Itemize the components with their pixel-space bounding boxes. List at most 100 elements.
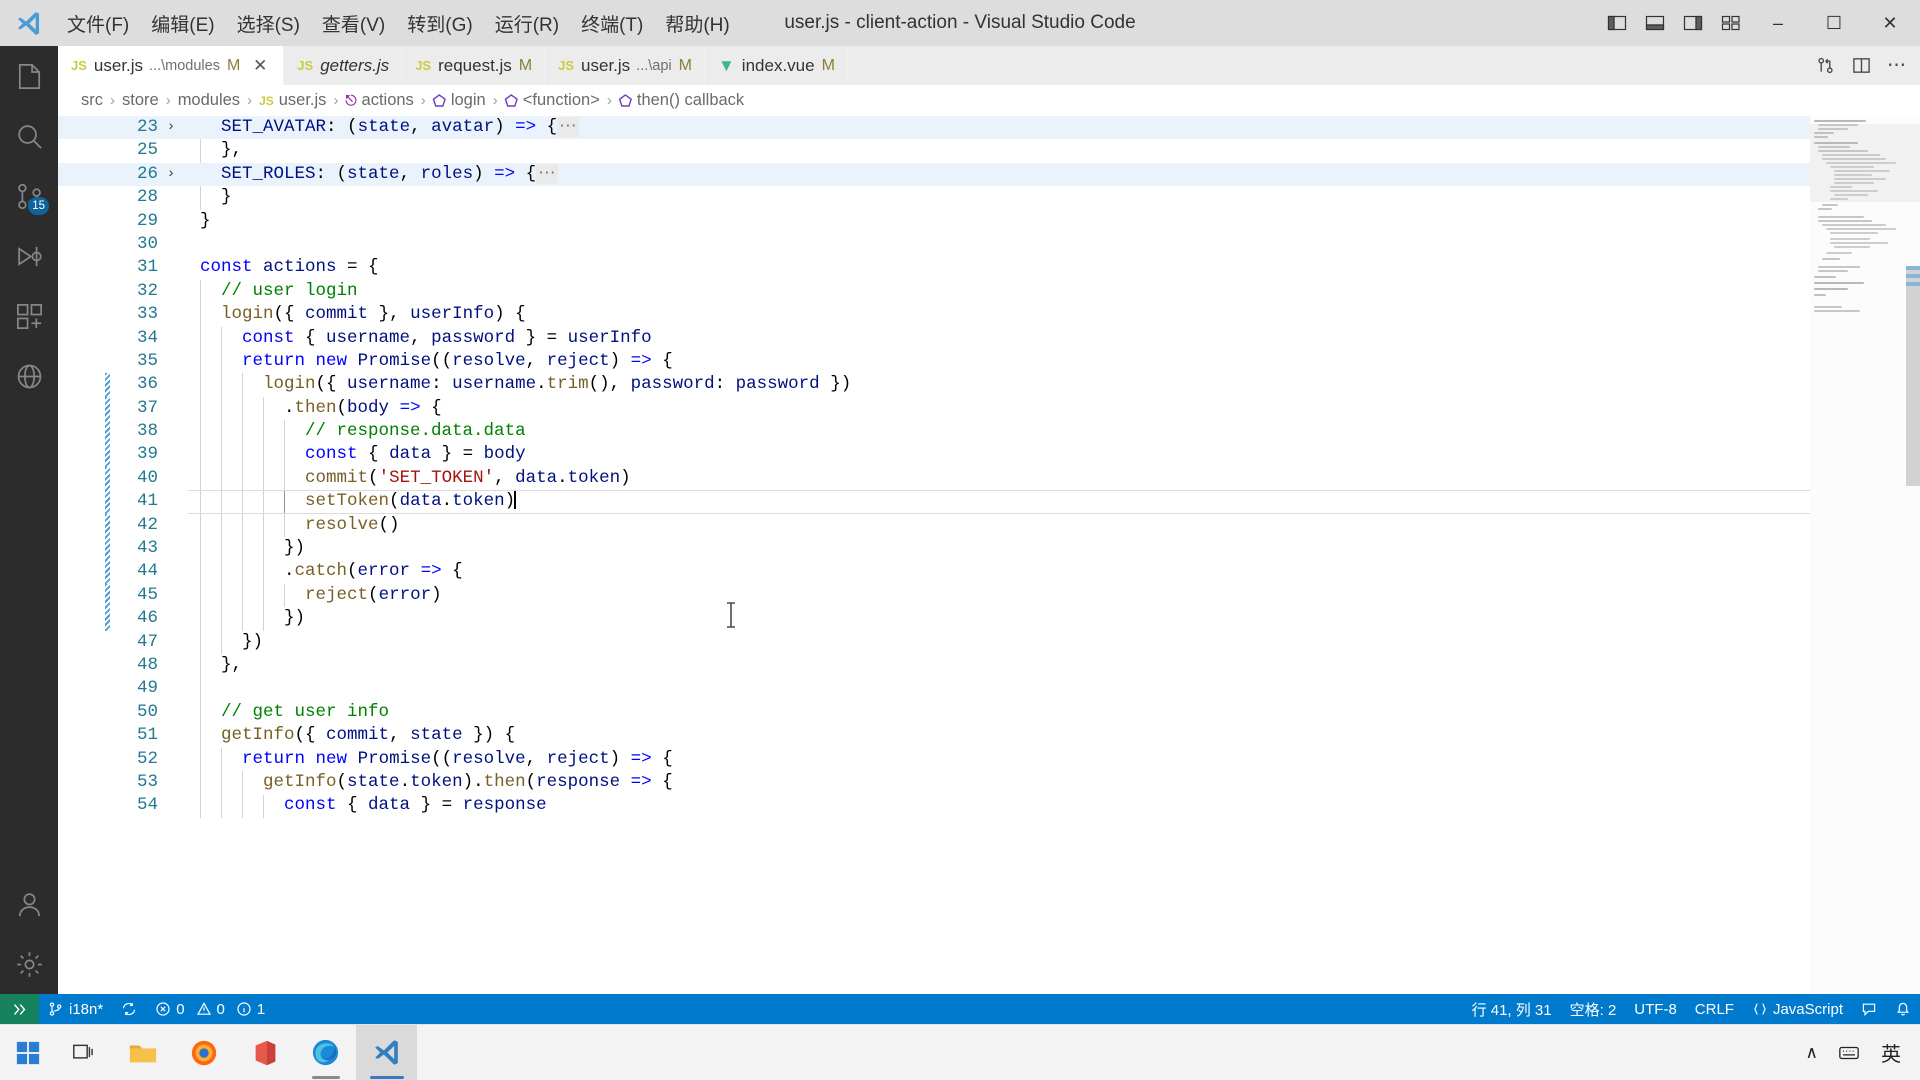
activity-run-and-debug[interactable] bbox=[0, 226, 58, 286]
code-line[interactable]: const { data } = body bbox=[188, 443, 1810, 466]
line-number[interactable]: 54 bbox=[110, 794, 158, 817]
menu-selection[interactable]: 选择(S) bbox=[226, 0, 311, 46]
maximize-button[interactable]: ☐ bbox=[1806, 0, 1862, 46]
code-line[interactable]: .catch(error => { bbox=[188, 560, 1810, 583]
line-number[interactable]: 40 bbox=[110, 467, 158, 490]
tab-getters-js[interactable]: JS getters.js bbox=[284, 46, 403, 85]
breadcrumb-item-login[interactable]: ⬠ login bbox=[432, 91, 487, 110]
line-number[interactable]: 23 bbox=[110, 116, 158, 139]
remote-indicator[interactable] bbox=[0, 994, 39, 1024]
code-editor[interactable]: 23 › 25 26 › 28 29 30 31 32 33 34 35 36 37 38 39 40 41 42 43… bbox=[58, 116, 1920, 994]
code-line[interactable]: // get user info bbox=[188, 701, 1810, 724]
menu-run[interactable]: 运行(R) bbox=[484, 0, 570, 46]
code-line[interactable]: }, bbox=[188, 654, 1810, 677]
menu-help[interactable]: 帮助(H) bbox=[654, 0, 740, 46]
menu-terminal[interactable]: 终端(T) bbox=[570, 0, 654, 46]
breadcrumb-item-actions[interactable]: ⎋ actions bbox=[344, 91, 414, 110]
code-line[interactable]: }) bbox=[188, 607, 1810, 630]
taskbar-firefox[interactable] bbox=[173, 1025, 234, 1080]
editor-gutter[interactable]: 23 › 25 26 › 28 29 30 31 32 33 34 35 36 37 38 39 40 41 42 43… bbox=[58, 116, 188, 994]
breadcrumb-item-then-callback[interactable]: ⬠ then() callback bbox=[618, 91, 745, 110]
code-line[interactable]: }, bbox=[188, 139, 1810, 162]
menu-go[interactable]: 转到(G) bbox=[396, 0, 483, 46]
line-number[interactable]: 42 bbox=[110, 514, 158, 537]
code-line[interactable]: const { username, password } = userInfo bbox=[188, 327, 1810, 350]
taskbar-vscode[interactable] bbox=[356, 1024, 417, 1080]
code-content[interactable]: SET_AVATAR: (state, avatar) => {⋯ }, SET… bbox=[188, 116, 1810, 994]
code-line[interactable]: .then(body => { bbox=[188, 397, 1810, 420]
code-line[interactable]: login({ username: username.trim(), passw… bbox=[188, 373, 1810, 396]
code-line[interactable]: } bbox=[188, 186, 1810, 209]
indentation-item[interactable]: 空格: 2 bbox=[1561, 994, 1626, 1024]
toggle-secondary-sidebar-icon[interactable] bbox=[1674, 0, 1712, 46]
tray-expand-chevron-icon[interactable]: ∧ bbox=[1798, 1025, 1826, 1080]
taskbar-office[interactable] bbox=[234, 1025, 295, 1080]
code-line[interactable]: getInfo({ commit, state }) { bbox=[188, 724, 1810, 747]
code-line[interactable]: return new Promise((resolve, reject) => … bbox=[188, 748, 1810, 771]
code-line[interactable]: const actions = { bbox=[188, 256, 1810, 279]
code-line[interactable] bbox=[188, 677, 1810, 700]
activity-explorer[interactable] bbox=[0, 46, 58, 106]
tab-index-vue[interactable]: ▼ index.vue M bbox=[705, 46, 848, 85]
line-number[interactable]: 39 bbox=[110, 443, 158, 466]
breadcrumb-item-store[interactable]: store bbox=[121, 91, 160, 110]
menu-view[interactable]: 查看(V) bbox=[311, 0, 396, 46]
line-number[interactable]: 32 bbox=[110, 280, 158, 303]
problems-item[interactable]: 0 0 1 bbox=[146, 994, 274, 1024]
line-number[interactable]: 44 bbox=[110, 560, 158, 583]
customize-layout-icon[interactable] bbox=[1712, 0, 1750, 46]
line-number[interactable]: 31 bbox=[110, 256, 158, 279]
code-line[interactable]: }) bbox=[188, 631, 1810, 654]
line-number[interactable]: 41 bbox=[110, 490, 158, 513]
toggle-primary-sidebar-icon[interactable] bbox=[1598, 0, 1636, 46]
cursor-position-item[interactable]: 行 41, 列 31 bbox=[1463, 994, 1561, 1024]
line-number[interactable]: 30 bbox=[110, 233, 158, 256]
breadcrumb-item-user-js[interactable]: JS user.js bbox=[258, 91, 327, 110]
open-changes-button[interactable] bbox=[1808, 46, 1842, 85]
activity-extensions[interactable] bbox=[0, 286, 58, 346]
tab-user-js-modules[interactable]: JS user.js ...\modules M ✕ bbox=[58, 46, 285, 85]
breadcrumb-item-function[interactable]: ⬠ <function> bbox=[504, 91, 601, 110]
code-line[interactable]: // user login bbox=[188, 280, 1810, 303]
line-number[interactable]: 50 bbox=[110, 701, 158, 724]
line-number[interactable]: 47 bbox=[110, 631, 158, 654]
menu-file[interactable]: 文件(F) bbox=[56, 0, 140, 46]
line-number[interactable]: 25 bbox=[110, 139, 158, 162]
line-number[interactable]: 34 bbox=[110, 327, 158, 350]
line-number[interactable]: 37 bbox=[110, 397, 158, 420]
feedback-item[interactable] bbox=[1852, 994, 1886, 1024]
line-number[interactable]: 36 bbox=[110, 373, 158, 396]
notifications-item[interactable] bbox=[1886, 994, 1920, 1024]
minimap[interactable] bbox=[1810, 116, 1920, 994]
line-number[interactable]: 51 bbox=[110, 724, 158, 747]
taskbar-edge[interactable] bbox=[295, 1025, 356, 1080]
code-line[interactable]: commit('SET_TOKEN', data.token) bbox=[188, 467, 1810, 490]
line-number[interactable]: 38 bbox=[110, 420, 158, 443]
activity-accounts[interactable] bbox=[0, 874, 58, 934]
line-number[interactable]: 45 bbox=[110, 584, 158, 607]
code-line[interactable]: SET_AVATAR: (state, avatar) => {⋯ bbox=[188, 116, 1810, 140]
line-number[interactable]: 49 bbox=[110, 677, 158, 700]
eol-item[interactable]: CRLF bbox=[1686, 994, 1743, 1024]
tab-user-js-api[interactable]: JS user.js ...\api M bbox=[545, 46, 705, 85]
encoding-item[interactable]: UTF-8 bbox=[1625, 994, 1686, 1024]
toggle-panel-icon[interactable] bbox=[1636, 0, 1674, 46]
code-line[interactable]: } bbox=[188, 210, 1810, 233]
task-view-button[interactable] bbox=[56, 1025, 112, 1080]
more-actions-button[interactable]: ⋯ bbox=[1880, 46, 1914, 85]
minimize-button[interactable]: – bbox=[1750, 0, 1806, 46]
line-number[interactable]: 33 bbox=[110, 303, 158, 326]
activity-remote-explorer[interactable] bbox=[0, 346, 58, 406]
close-button[interactable]: ✕ bbox=[1862, 0, 1918, 46]
activity-search[interactable] bbox=[0, 106, 58, 166]
line-number[interactable]: 29 bbox=[110, 210, 158, 233]
tab-close-icon[interactable]: ✕ bbox=[249, 55, 271, 77]
code-line[interactable]: resolve() bbox=[188, 514, 1810, 537]
code-line[interactable]: setToken(data.token) bbox=[188, 490, 1810, 515]
line-number[interactable]: 35 bbox=[110, 350, 158, 373]
split-editor-right-button[interactable] bbox=[1844, 46, 1878, 85]
code-line[interactable]: // response.data.data bbox=[188, 420, 1810, 443]
line-number[interactable]: 28 bbox=[110, 186, 158, 209]
code-line[interactable]: const { data } = response bbox=[188, 794, 1810, 817]
code-line[interactable]: getInfo(state.token).then(response => { bbox=[188, 771, 1810, 794]
